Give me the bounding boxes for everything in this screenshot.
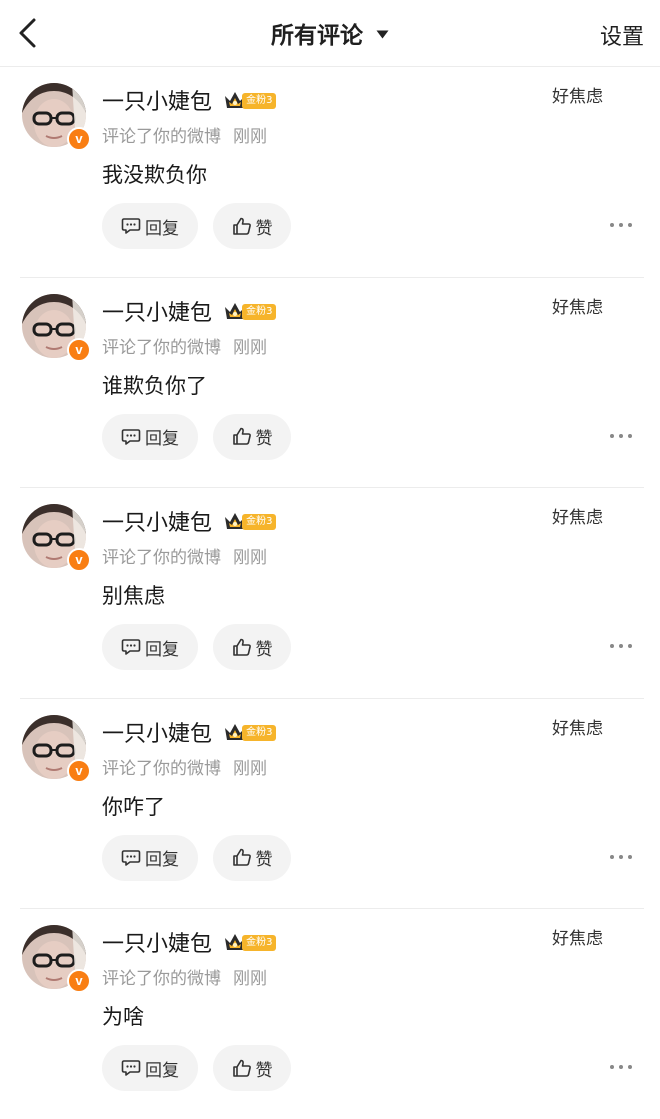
- more-options-icon[interactable]: [608, 1062, 634, 1072]
- comment-item: v 一只小婕包 金粉3 评论了你的微博 刚刚 我没欺负你 好焦虑 回复 赞: [0, 66, 660, 277]
- verified-v-icon: v: [67, 337, 91, 362]
- comment-text: 我没欺负你: [102, 163, 207, 187]
- action-text: 评论了你的微博: [102, 969, 221, 990]
- referenced-post[interactable]: 好焦虑: [552, 714, 603, 739]
- comment-bubble-icon: [121, 428, 141, 445]
- action-text: 评论了你的微博: [102, 127, 221, 147]
- avatar[interactable]: v: [22, 714, 91, 783]
- comment-meta: 评论了你的微博 刚刚: [102, 754, 267, 779]
- comment-item: v 一只小婕包 金粉3 评论了你的微博 刚刚 为啥 好焦虑 回复 赞: [0, 908, 660, 1119]
- thumbs-up-icon: [232, 638, 251, 656]
- referenced-post[interactable]: 好焦虑: [552, 503, 603, 528]
- reply-button[interactable]: 回复: [102, 413, 198, 460]
- thumbs-up-icon: [232, 217, 251, 235]
- fan-badge-label: 金粉3: [242, 935, 277, 952]
- verified-v-icon: v: [67, 127, 91, 151]
- like-label: 赞: [255, 218, 273, 239]
- comment-time: 刚刚: [233, 127, 267, 147]
- comment-item: v 一只小婕包 金粉3 评论了你的微博 刚刚 别焦虑 好焦虑 回复 赞: [0, 487, 660, 698]
- comment-text: 别焦虑: [102, 584, 165, 609]
- avatar[interactable]: v: [22, 925, 91, 994]
- reply-label: 回复: [145, 1060, 179, 1081]
- comment-text: 谁欺负你了: [102, 373, 207, 398]
- like-label: 赞: [255, 639, 273, 660]
- action-text: 评论了你的微博: [102, 548, 221, 569]
- more-options-icon[interactable]: [608, 852, 634, 862]
- avatar[interactable]: v: [22, 504, 91, 573]
- comment-bubble-icon: [121, 639, 141, 655]
- comment-text: 为啥: [102, 1005, 144, 1030]
- reply-button[interactable]: 回复: [102, 1045, 198, 1092]
- fan-level-badge: 金粉3: [223, 509, 279, 533]
- settings-button[interactable]: 设置: [600, 19, 644, 51]
- comment-meta: 评论了你的微博 刚刚: [102, 543, 267, 568]
- username[interactable]: 一只小婕包: [102, 511, 212, 536]
- action-text: 评论了你的微博: [102, 337, 221, 358]
- like-button[interactable]: 赞: [213, 834, 291, 881]
- fan-badge-label: 金粉3: [242, 514, 277, 531]
- top-navigation-bar: 所有评论 设置: [0, 0, 660, 67]
- like-label: 赞: [255, 850, 273, 871]
- fan-level-badge: 金粉3: [223, 720, 279, 744]
- comment-item: v 一只小婕包 金粉3 评论了你的微博 刚刚 谁欺负你了 好焦虑 回复 赞: [0, 276, 660, 488]
- comment-list: v 一只小婕包 金粉3 评论了你的微博 刚刚 我没欺负你 好焦虑 回复 赞 v …: [0, 66, 660, 1119]
- referenced-post[interactable]: 好焦虑: [552, 924, 603, 949]
- reply-button[interactable]: 回复: [102, 624, 198, 671]
- comment-text: 你咋了: [102, 794, 165, 819]
- verified-v-icon: v: [67, 548, 91, 573]
- fan-badge-label: 金粉3: [242, 724, 277, 741]
- comment-bubble-icon: [121, 849, 141, 866]
- fan-level-badge: 金粉3: [223, 299, 279, 323]
- avatar[interactable]: v: [22, 83, 91, 151]
- thumbs-up-icon: [232, 1059, 251, 1077]
- like-button[interactable]: 赞: [213, 413, 291, 460]
- more-options-icon[interactable]: [608, 641, 634, 651]
- like-button[interactable]: 赞: [213, 203, 291, 249]
- fan-badge-label: 金粉3: [242, 303, 277, 320]
- comment-item: v 一只小婕包 金粉3 评论了你的微博 刚刚 你咋了 好焦虑 回复 赞: [0, 697, 660, 909]
- reply-label: 回复: [145, 429, 179, 450]
- like-button[interactable]: 赞: [213, 1045, 291, 1092]
- comment-bubble-icon: [121, 218, 141, 234]
- reply-label: 回复: [145, 218, 179, 239]
- like-button[interactable]: 赞: [213, 624, 291, 671]
- action-text: 评论了你的微博: [102, 758, 221, 779]
- like-label: 赞: [255, 1060, 273, 1081]
- fan-level-badge: 金粉3: [223, 930, 279, 954]
- comment-meta: 评论了你的微博 刚刚: [102, 964, 267, 989]
- verified-v-icon: v: [67, 758, 91, 783]
- comment-time: 刚刚: [233, 758, 267, 779]
- reply-label: 回复: [145, 850, 179, 871]
- comment-meta: 评论了你的微博 刚刚: [102, 122, 267, 147]
- reply-label: 回复: [145, 639, 179, 660]
- avatar[interactable]: v: [22, 293, 91, 362]
- thumbs-up-icon: [232, 427, 251, 445]
- username[interactable]: 一只小婕包: [102, 722, 212, 747]
- page-title: 所有评论: [270, 23, 363, 49]
- caret-down-icon: [376, 30, 389, 38]
- username[interactable]: 一只小婕包: [102, 932, 212, 957]
- more-options-icon[interactable]: [608, 431, 634, 441]
- referenced-post[interactable]: 好焦虑: [552, 82, 603, 107]
- username[interactable]: 一只小婕包: [102, 90, 212, 115]
- comment-time: 刚刚: [233, 337, 267, 358]
- comment-bubble-icon: [121, 1060, 141, 1077]
- referenced-post[interactable]: 好焦虑: [552, 293, 603, 318]
- comment-meta: 评论了你的微博 刚刚: [102, 333, 267, 358]
- comment-time: 刚刚: [233, 548, 267, 569]
- thumbs-up-icon: [232, 848, 251, 867]
- fan-badge-label: 金粉3: [242, 93, 277, 109]
- reply-button[interactable]: 回复: [102, 203, 198, 249]
- verified-v-icon: v: [67, 969, 91, 994]
- more-options-icon[interactable]: [608, 220, 634, 230]
- comment-time: 刚刚: [233, 969, 267, 990]
- comment-filter-dropdown[interactable]: 所有评论: [0, 16, 660, 52]
- fan-level-badge: 金粉3: [223, 88, 279, 112]
- like-label: 赞: [255, 429, 273, 450]
- reply-button[interactable]: 回复: [102, 834, 198, 881]
- username[interactable]: 一只小婕包: [102, 301, 212, 326]
